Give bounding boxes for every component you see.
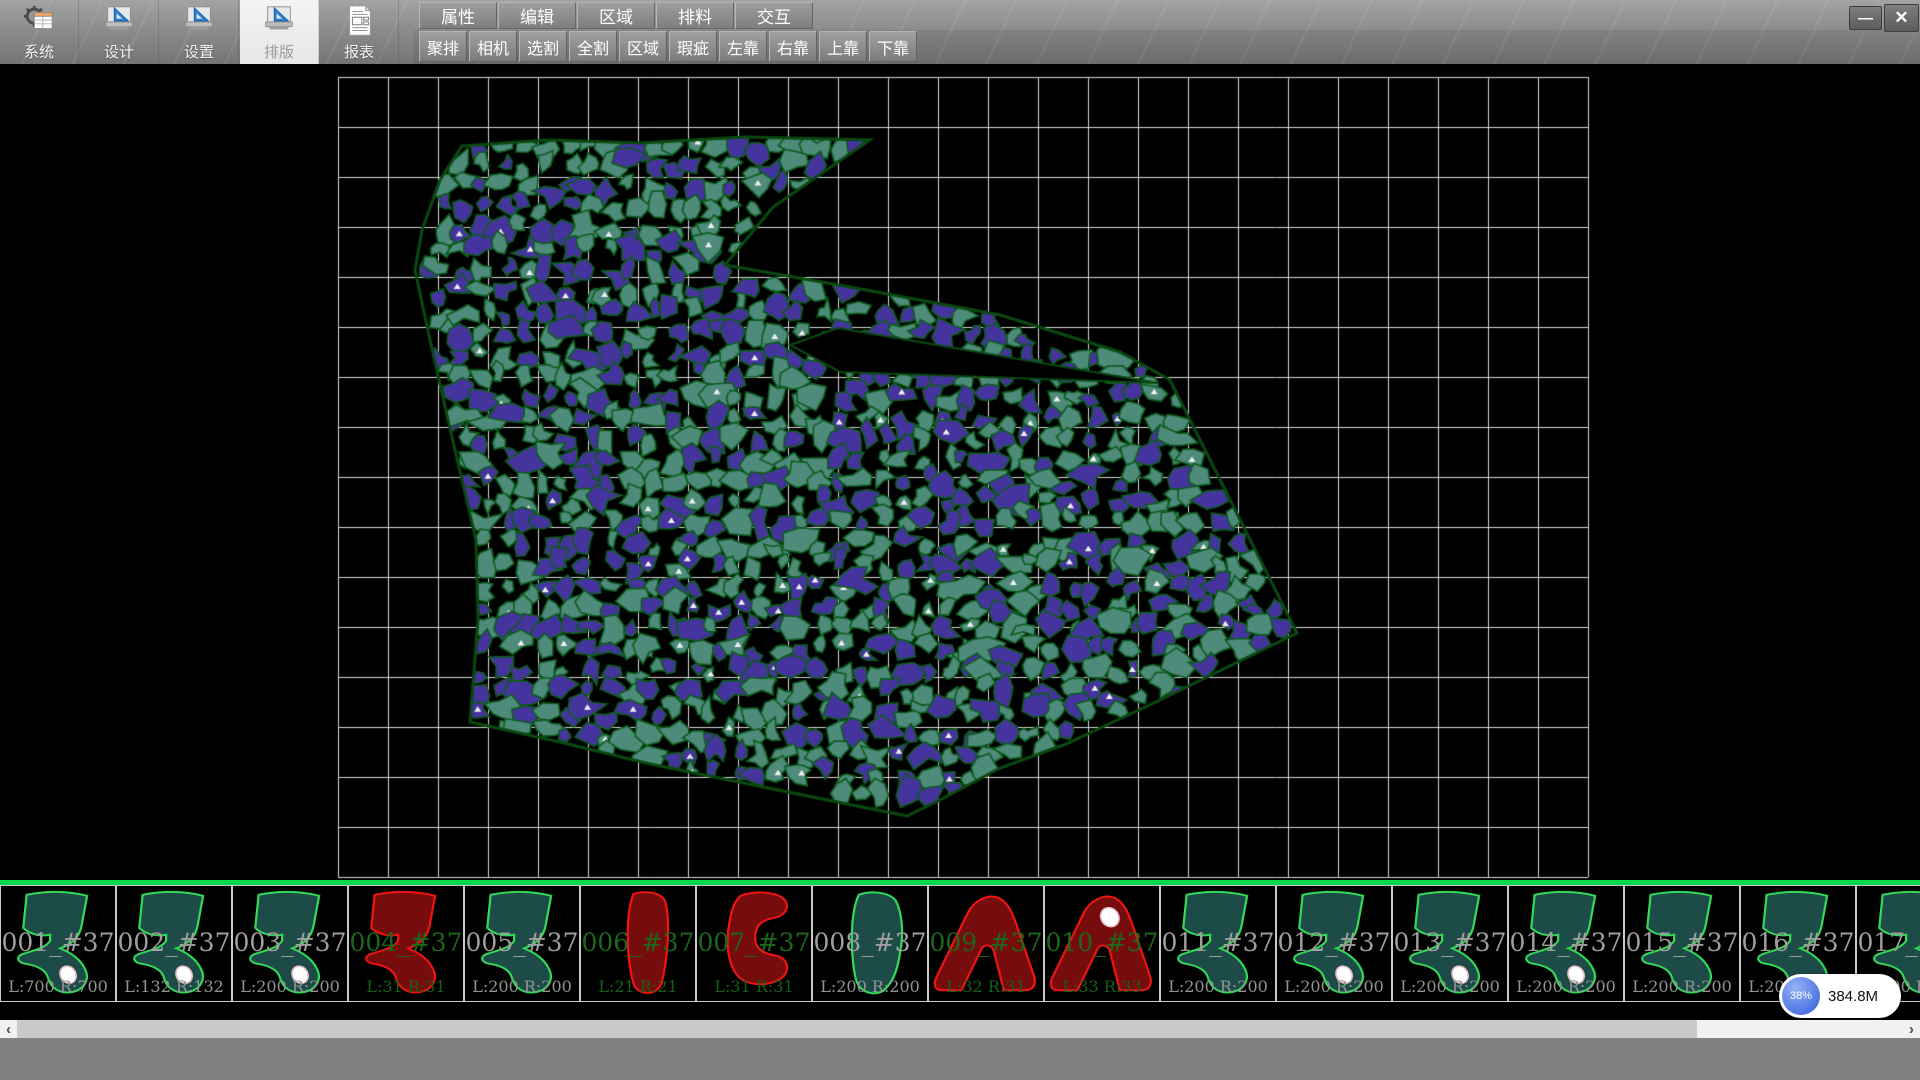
- piece-thumbnail[interactable]: 004_#37L:31 R:31: [348, 885, 464, 1002]
- piece-shape: [1394, 887, 1506, 1000]
- system-gear-icon: [22, 4, 56, 44]
- piece-thumbnail[interactable]: 006_#37L:21 R:21: [580, 885, 696, 1002]
- tool-button-align-bottom[interactable]: 下靠: [869, 31, 917, 62]
- report-doc-icon: [342, 4, 376, 44]
- tool-button-defect[interactable]: 瑕疵: [669, 31, 717, 62]
- piece-shape: [466, 887, 578, 1000]
- menu-tab-row: 属性编辑区域排料交互: [419, 2, 813, 29]
- progress-circle: 38%: [1782, 977, 1820, 1015]
- piece-shape: [1626, 887, 1738, 1000]
- piece-shape: [930, 887, 1042, 1000]
- main-nav-label: 排版: [264, 44, 294, 62]
- horizontal-scrollbar[interactable]: ‹ ›: [0, 1020, 1920, 1038]
- piece-thumbnail[interactable]: 009_#37L:32 R:31: [928, 885, 1044, 1002]
- memory-status-badge: 38% 384.8M: [1779, 974, 1901, 1018]
- piece-shape: [2, 887, 114, 1000]
- piece-shape: [698, 887, 810, 1000]
- piece-shape: [1162, 887, 1274, 1000]
- tool-button-align-left[interactable]: 左靠: [719, 31, 767, 62]
- piece-shape: [350, 887, 462, 1000]
- tool-button-cluster-nest[interactable]: 聚排: [419, 31, 467, 62]
- settings-ruler-icon: [182, 4, 216, 44]
- tool-button-align-right[interactable]: 右靠: [769, 31, 817, 62]
- design-ruler-icon: [102, 4, 136, 44]
- piece-shape: [1278, 887, 1390, 1000]
- top-toolbar: 系统设计设置排版报表 属性编辑区域排料交互 聚排相机选割全割区域瑕疵左靠右靠上靠…: [0, 0, 1920, 64]
- tool-button-cut-all[interactable]: 全割: [569, 31, 617, 62]
- menu-tab-nest[interactable]: 排料: [656, 2, 734, 29]
- main-nav-nesting[interactable]: 排版: [240, 0, 319, 64]
- menu-tab-interact[interactable]: 交互: [735, 2, 813, 29]
- main-nav-label: 报表: [344, 44, 374, 62]
- piece-thumbnail[interactable]: 012_#37L:200 R:200: [1276, 885, 1392, 1002]
- piece-thumbnail[interactable]: 001_#37L:700 R:700: [0, 885, 116, 1002]
- piece-thumbnail-list: 001_#37L:700 R:700002_#37L:132 R:132003_…: [0, 885, 1920, 1002]
- main-nav-design[interactable]: 设计: [80, 0, 159, 64]
- nesting-ruler-icon: [262, 4, 296, 44]
- close-button[interactable]: ✕: [1884, 4, 1919, 32]
- scrollbar-thumb[interactable]: [17, 1020, 1697, 1038]
- piece-shape: [118, 887, 230, 1000]
- piece-thumbnail[interactable]: 014_#37L:200 R:200: [1508, 885, 1624, 1002]
- nesting-canvas[interactable]: [0, 64, 1920, 880]
- piece-thumbnail[interactable]: 010_#37L:33 R:33: [1044, 885, 1160, 1002]
- memory-usage-label: 384.8M: [1828, 988, 1878, 1005]
- main-nav-label: 设计: [104, 44, 134, 62]
- piece-shape: [814, 887, 926, 1000]
- scroll-left-arrow[interactable]: ‹: [0, 1020, 17, 1038]
- app-window: 系统设计设置排版报表 属性编辑区域排料交互 聚排相机选割全割区域瑕疵左靠右靠上靠…: [0, 0, 1920, 1080]
- menu-tab-region[interactable]: 区域: [577, 2, 655, 29]
- tool-button-region[interactable]: 区域: [619, 31, 667, 62]
- piece-thumbnail[interactable]: 007_#37L:31 R:31: [696, 885, 812, 1002]
- piece-thumbnail[interactable]: 002_#37L:132 R:132: [116, 885, 232, 1002]
- main-nav-system[interactable]: 系统: [0, 0, 79, 64]
- piece-thumbnail[interactable]: 005_#37L:200 R:200: [464, 885, 580, 1002]
- main-nav-report[interactable]: 报表: [320, 0, 399, 64]
- menu-tab-edit[interactable]: 编辑: [498, 2, 576, 29]
- menu-tab-properties[interactable]: 属性: [419, 2, 497, 29]
- piece-thumbnail[interactable]: 008_#37L:200 R:200: [812, 885, 928, 1002]
- piece-shape: [1046, 887, 1158, 1000]
- piece-thumbnail[interactable]: 015_#37L:200 R:200: [1624, 885, 1740, 1002]
- main-nav-settings[interactable]: 设置: [160, 0, 239, 64]
- scroll-right-arrow[interactable]: ›: [1903, 1020, 1920, 1038]
- piece-shape: [234, 887, 346, 1000]
- piece-shape: [582, 887, 694, 1000]
- tool-button-row: 聚排相机选割全割区域瑕疵左靠右靠上靠下靠: [419, 31, 917, 62]
- main-nav-label: 系统: [24, 44, 54, 62]
- tool-button-align-top[interactable]: 上靠: [819, 31, 867, 62]
- piece-thumbnail[interactable]: 011_#37L:200 R:200: [1160, 885, 1276, 1002]
- minimize-button[interactable]: —: [1849, 6, 1882, 30]
- piece-thumbnail[interactable]: 013_#37L:200 R:200: [1392, 885, 1508, 1002]
- main-nav-label: 设置: [184, 44, 214, 62]
- piece-thumbnail-strip: 001_#37L:700 R:700002_#37L:132 R:132003_…: [0, 880, 1920, 1020]
- piece-thumbnail[interactable]: 003_#37L:200 R:200: [232, 885, 348, 1002]
- piece-shape: [1510, 887, 1622, 1000]
- tool-button-select-cut[interactable]: 选割: [519, 31, 567, 62]
- bottom-status-bar: [0, 1038, 1920, 1080]
- tool-button-camera[interactable]: 相机: [469, 31, 517, 62]
